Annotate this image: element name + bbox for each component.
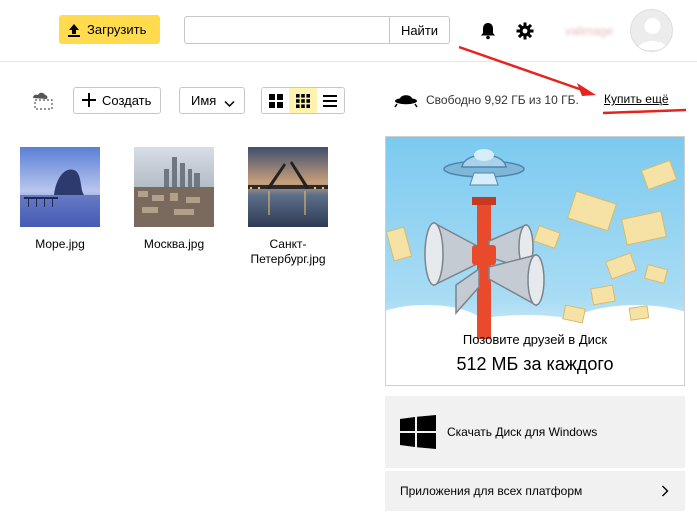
spb-thumbnail [248,147,328,227]
bell-icon[interactable] [479,22,497,40]
file-item[interactable]: Москва.jpg [124,147,224,252]
file-item[interactable]: Санкт- Петербург.jpg [238,147,338,267]
toolbar: Создать Имя Свободно 9,92 ГБ из 10 ГБ. К… [0,84,697,116]
chevron-down-icon [224,96,235,107]
view-switcher [261,87,345,114]
search-bar: Найти [184,16,450,44]
download-windows-button[interactable]: Скачать Диск для Windows [385,396,685,468]
invite-friends-banner[interactable]: Позовите друзей в Диск 512 МБ за каждого [385,136,685,386]
moscow-thumbnail [134,147,214,227]
download-windows-label: Скачать Диск для Windows [447,425,598,439]
avatar[interactable] [630,9,673,52]
file-name: Санкт- Петербург.jpg [250,237,326,266]
cloud-select-icon[interactable] [30,90,54,110]
list-icon [323,94,338,107]
windows-logo-icon [400,415,436,449]
plus-icon [82,91,96,111]
create-button[interactable]: Создать [73,87,161,114]
list-view-button[interactable] [316,88,344,113]
free-space-text: Свободно 9,92 ГБ из 10 ГБ. [426,93,579,107]
username[interactable]: valimage [565,24,613,38]
chevron-right-icon [661,485,671,497]
sort-dropdown[interactable]: Имя [179,87,245,114]
megaphone-illustration [386,137,684,385]
file-name: Москва.jpg [143,237,205,251]
file-item[interactable]: Море.jpg [10,147,110,252]
create-label: Создать [102,93,152,108]
gear-icon[interactable] [516,22,534,40]
upload-button[interactable]: Загрузить [59,15,160,44]
sea-thumbnail [20,147,100,227]
small-tiles-view-button[interactable] [289,88,317,113]
header: Загрузить Найти valimage [0,0,697,62]
all-platforms-label: Приложения для всех платформ [400,484,583,498]
promo-title: Позовите друзей в Диск [462,332,608,347]
file-name: Море.jpg [35,237,85,251]
promo-subtitle: 512 МБ за каждого [456,354,614,374]
large-grid-icon [268,93,283,108]
upload-icon [67,23,81,37]
large-tiles-view-button[interactable] [262,88,290,113]
storage-info: Свободно 9,92 ГБ из 10 ГБ. [394,92,579,108]
search-button[interactable]: Найти [389,16,450,44]
buy-more-link[interactable]: Купить ещё [604,92,669,106]
sort-label: Имя [191,93,217,108]
small-grid-icon [295,93,310,108]
search-input[interactable] [184,16,389,44]
upload-label: Загрузить [87,22,147,37]
disk-ufo-icon [394,92,418,108]
all-platforms-link[interactable]: Приложения для всех платформ [385,471,685,511]
